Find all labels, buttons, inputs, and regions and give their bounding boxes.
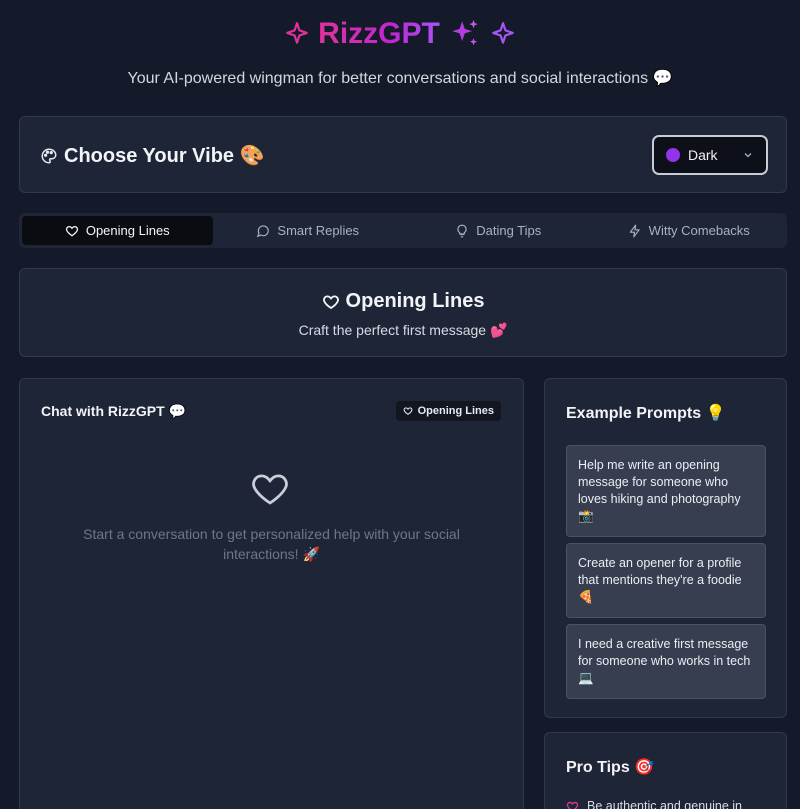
theme-select[interactable]: Dark	[652, 135, 768, 175]
heart-icon	[322, 294, 339, 309]
vibe-card: Choose Your Vibe 🎨 Dark	[19, 116, 787, 193]
app-header: RizzGPT Your AI-powered wingman for bett…	[0, 0, 800, 88]
heart-icon	[403, 407, 413, 415]
chat-badge-label: Opening Lines	[417, 405, 494, 417]
example-prompt-item[interactable]: Help me write an opening message for som…	[566, 445, 766, 537]
sparkles-icon	[452, 19, 478, 46]
pro-tips-card: Pro Tips 🎯 Be authentic and genuine in	[544, 732, 787, 809]
tab-label: Dating Tips	[476, 223, 542, 238]
example-prompts-card: Example Prompts 💡 Help me write an openi…	[544, 378, 787, 718]
app-subtitle: Your AI-powered wingman for better conve…	[127, 70, 673, 87]
chat-title: Chat with RizzGPT 💬	[41, 403, 186, 419]
heart-icon	[566, 801, 579, 809]
empty-state-text: Start a conversation to get personalized…	[83, 526, 460, 562]
section-title-text: Opening Lines	[345, 290, 485, 312]
palette-icon	[41, 147, 57, 164]
chat-mode-badge: Opening Lines	[395, 401, 501, 421]
tab-dating-tips[interactable]: Dating Tips	[403, 216, 594, 245]
section-subtitle: Craft the perfect first message 💕	[298, 321, 508, 338]
pro-tips-title: Pro Tips 🎯	[566, 759, 655, 776]
tab-label: Smart Replies	[277, 223, 360, 238]
example-prompt-item[interactable]: Create an opener for a profile that ment…	[566, 543, 766, 618]
theme-color-dot	[666, 148, 680, 162]
zap-icon	[629, 224, 640, 237]
tab-witty-comebacks[interactable]: Witty Comebacks	[594, 216, 785, 245]
tab-smart-replies[interactable]: Smart Replies	[213, 216, 404, 245]
app-title-text: RizzGPT	[318, 17, 440, 50]
tab-opening-lines[interactable]: Opening Lines	[22, 216, 213, 245]
lightbulb-icon	[457, 224, 467, 237]
sparkle-icon	[286, 22, 308, 44]
chat-panel: Chat with RizzGPT 💬 Opening Lines Start …	[19, 378, 524, 809]
empty-state-heart-icon	[252, 474, 288, 505]
pro-tip-item: Be authentic and genuine in	[566, 799, 742, 809]
vibe-title: Choose Your Vibe 🎨	[40, 143, 265, 168]
tab-label: Witty Comebacks	[648, 223, 750, 238]
example-prompt-item[interactable]: I need a creative first message for some…	[566, 624, 766, 699]
theme-select-value: Dark	[688, 147, 718, 163]
mode-tabs: Opening Lines Smart Replies Dating Tips …	[19, 213, 787, 248]
heart-icon	[65, 225, 78, 236]
sparkle-outline-icon	[491, 22, 514, 44]
tab-label: Opening Lines	[85, 223, 170, 238]
pro-tip-text: Be authentic and genuine in	[587, 799, 742, 809]
section-title: Opening Lines	[322, 290, 485, 313]
chevron-down-icon	[744, 153, 752, 158]
app-title: RizzGPT	[284, 14, 516, 54]
section-header-card: Opening Lines Craft the perfect first me…	[19, 268, 787, 357]
message-circle-icon	[257, 224, 270, 237]
vibe-title-text: Choose Your Vibe 🎨	[64, 145, 265, 167]
example-prompts-title: Example Prompts 💡	[566, 405, 726, 422]
